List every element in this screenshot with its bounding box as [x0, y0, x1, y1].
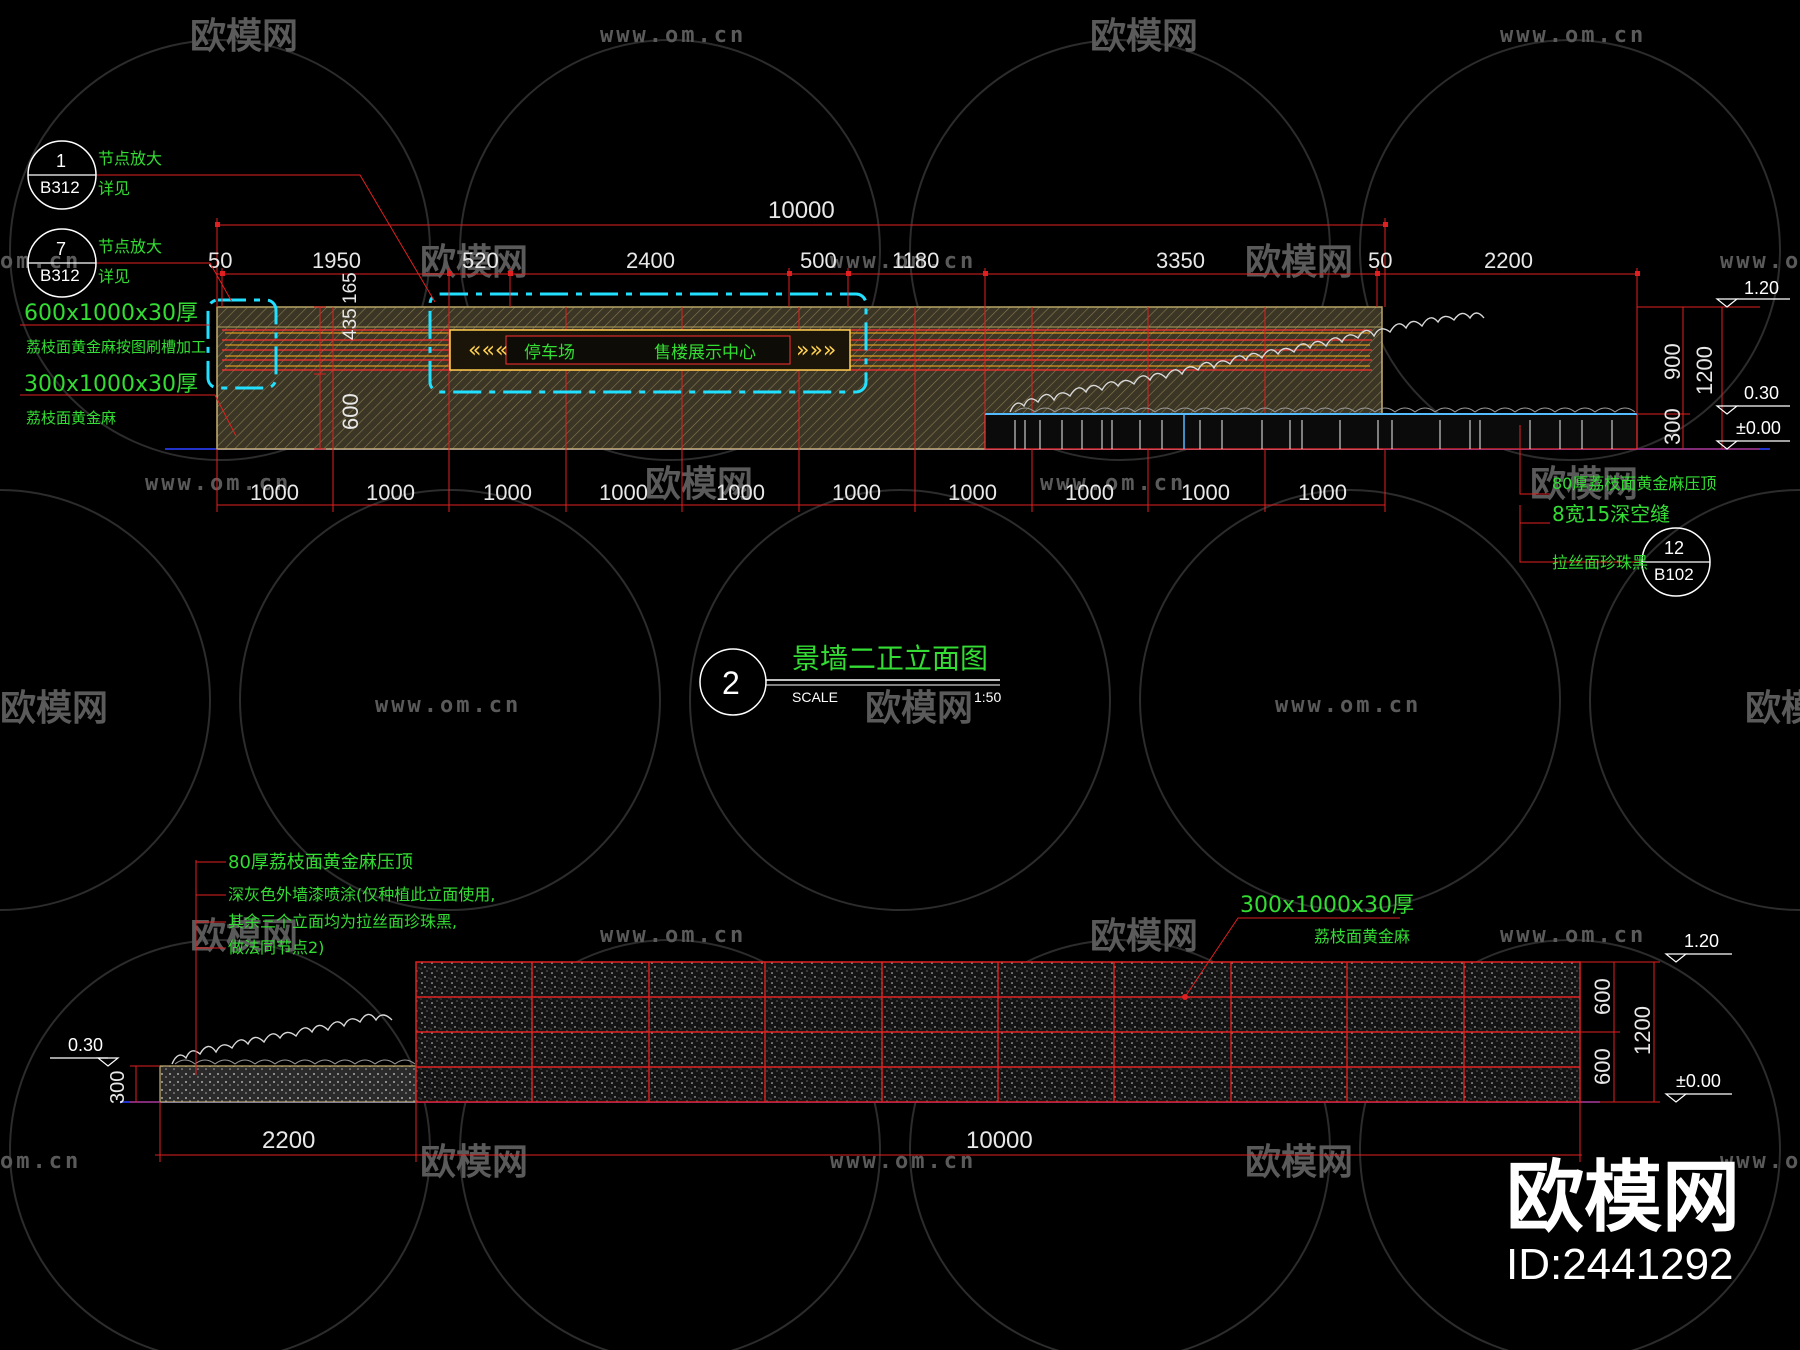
watermark-logo: 欧模网 [1090, 916, 1198, 957]
dim-vertical: 600 [338, 393, 363, 430]
dim-height: 600 [1590, 978, 1615, 1015]
dim-segment: 2400 [626, 248, 675, 273]
dim-grid: 1000 [1298, 480, 1347, 505]
note-finish: 拉丝面珍珠黑 [1552, 553, 1648, 572]
scale-value: 1:50 [974, 689, 1001, 705]
watermark-url: www.om.cn [1500, 923, 1646, 948]
dim-grid: 1000 [832, 480, 881, 505]
watermark-logo: 欧模网 [1245, 1142, 1353, 1183]
note-panel-spec: 300x1000x30厚 [24, 372, 198, 397]
dim-vertical: 435 [340, 308, 361, 340]
note-panel-spec: 600x1000x30厚 [24, 301, 198, 326]
watermark-logo: 欧模网 [1090, 16, 1198, 57]
watermark-url: www.om.cn [375, 693, 521, 718]
dim-segment: 500 [800, 248, 837, 273]
dim-overall: 10000 [768, 197, 835, 224]
top-elevation: ««« »»» 停车场 售楼展示中心 10000 50 1950 520 240… [20, 140, 1790, 597]
bubble-number: 12 [1664, 538, 1684, 558]
scale-label: SCALE [792, 689, 838, 705]
detail-bubble-1: 1 B312 [27, 140, 97, 210]
dim-grid: 1000 [483, 480, 532, 505]
dim-grid: 1000 [366, 480, 415, 505]
dim-grid: 1000 [716, 480, 765, 505]
dim-grid: 1000 [1065, 480, 1114, 505]
note-enlarged-detail: 节点放大 [98, 149, 162, 168]
brand-name: 欧模网 [1505, 1153, 1740, 1243]
drawing-number: 2 [722, 665, 740, 701]
detail-bubble-7: 7 B312 [27, 228, 97, 298]
dim-grid: 1000 [599, 480, 648, 505]
note-material: 荔枝面黄金麻 [26, 409, 116, 427]
note-paint: 深灰色外墙漆喷涂(仅种植此立面使用, [228, 885, 495, 904]
bottom-elevation: 2200 10000 600 600 1200 300 1.20 0.30 ±0… [50, 852, 1732, 1162]
watermark-logo: 欧模网 [1745, 688, 1800, 729]
dim-segment: 50 [208, 248, 232, 273]
detail-bubble-12: 12 B102 [1641, 527, 1711, 597]
dim-vertical: 165 [340, 272, 361, 304]
planting-shrubs [171, 1013, 393, 1065]
note-material: 荔枝面黄金麻 [1314, 927, 1410, 946]
chevron-right-icon: »»» [796, 338, 836, 363]
watermark-logo: 欧模网 [190, 16, 298, 57]
watermark-url: www.om.cn [1275, 693, 1421, 718]
note-method: 做法同节点2) [228, 938, 324, 957]
dim-planter-width: 2200 [262, 1127, 315, 1154]
note-other-facades: 其余三个立面均为拉丝面珍珠黑, [228, 912, 457, 931]
level-label: 0.30 [1744, 383, 1779, 403]
bubble-sheet: B102 [1654, 565, 1694, 584]
dim-segment: 2200 [1484, 248, 1533, 273]
drawing-title: 景墙二正立面图 [792, 642, 988, 675]
dim-grid: 1000 [1181, 480, 1230, 505]
bubble-number: 7 [56, 239, 66, 259]
sign-text-sales-center: 售楼展示中心 [654, 343, 756, 363]
dim-height: 600 [1590, 1048, 1615, 1085]
note-joint: 8宽15深空缝 [1552, 502, 1670, 526]
dim-segment: 1950 [312, 248, 361, 273]
dim-planter-height: 300 [107, 1071, 129, 1104]
dim-grid: 1000 [948, 480, 997, 505]
watermark-url: www.om.cn [1500, 23, 1646, 48]
planter-box [984, 413, 1638, 450]
dim-wall-length: 10000 [966, 1127, 1033, 1154]
watermark-url: om.cn [0, 1149, 81, 1174]
brand-id: ID:2441292 [1505, 1240, 1734, 1289]
note-enlarged-detail: 节点放大 [98, 237, 162, 256]
bubble-sheet: B312 [40, 266, 80, 285]
brand-watermark: 欧模网 ID:2441292 [1506, 1156, 1740, 1290]
dim-segment: 520 [462, 248, 499, 273]
sign-text-parking: 停车场 [524, 343, 575, 363]
cad-drawing-canvas: 欧模网 www.om.cn 欧模网 www.om.cn om.cn 欧模网 ww… [0, 16, 1800, 1350]
note-see: 详见 [98, 267, 130, 286]
level-label: ±0.00 [1676, 1071, 1721, 1091]
watermark-logo: 欧模网 [0, 688, 108, 729]
note-material: 荔枝面黄金麻按图刷槽加工 [26, 338, 206, 356]
planter-box [159, 1065, 417, 1103]
note-panel-spec: 300x1000x30厚 [1240, 893, 1414, 918]
dim-right: 1200 [1692, 346, 1717, 395]
bubble-sheet: B312 [40, 178, 80, 197]
dim-segment: 3350 [1156, 248, 1205, 273]
level-label: 0.30 [68, 1035, 103, 1055]
level-label: 1.20 [1744, 278, 1779, 298]
dim-grid: 1000 [250, 480, 299, 505]
dim-right: 900 [1660, 343, 1685, 380]
dim-height-total: 1200 [1630, 1006, 1655, 1055]
watermark-url: www.om.cn [600, 923, 746, 948]
watermark-logo: 欧模网 [420, 1142, 528, 1183]
note-coping: 80厚荔枝面黄金麻压顶 [1552, 474, 1716, 493]
watermark-url: www.om.cn [600, 23, 746, 48]
level-label: ±0.00 [1736, 418, 1781, 438]
note-see: 详见 [98, 179, 130, 198]
watermark-logo: 欧模网 [865, 688, 973, 729]
watermark-url: www.om.cn [1720, 249, 1800, 274]
chevron-left-icon: ««« [468, 338, 508, 363]
dim-segment: 1180 [892, 248, 939, 273]
note-coping: 80厚荔枝面黄金麻压顶 [228, 852, 413, 873]
watermark-url: www.om.cn [830, 1149, 976, 1174]
bubble-number: 1 [56, 151, 66, 171]
dim-segment: 50 [1368, 248, 1392, 273]
dim-right: 300 [1660, 408, 1685, 445]
level-label: 1.20 [1684, 931, 1719, 951]
watermark-logo: 欧模网 [1245, 242, 1353, 283]
